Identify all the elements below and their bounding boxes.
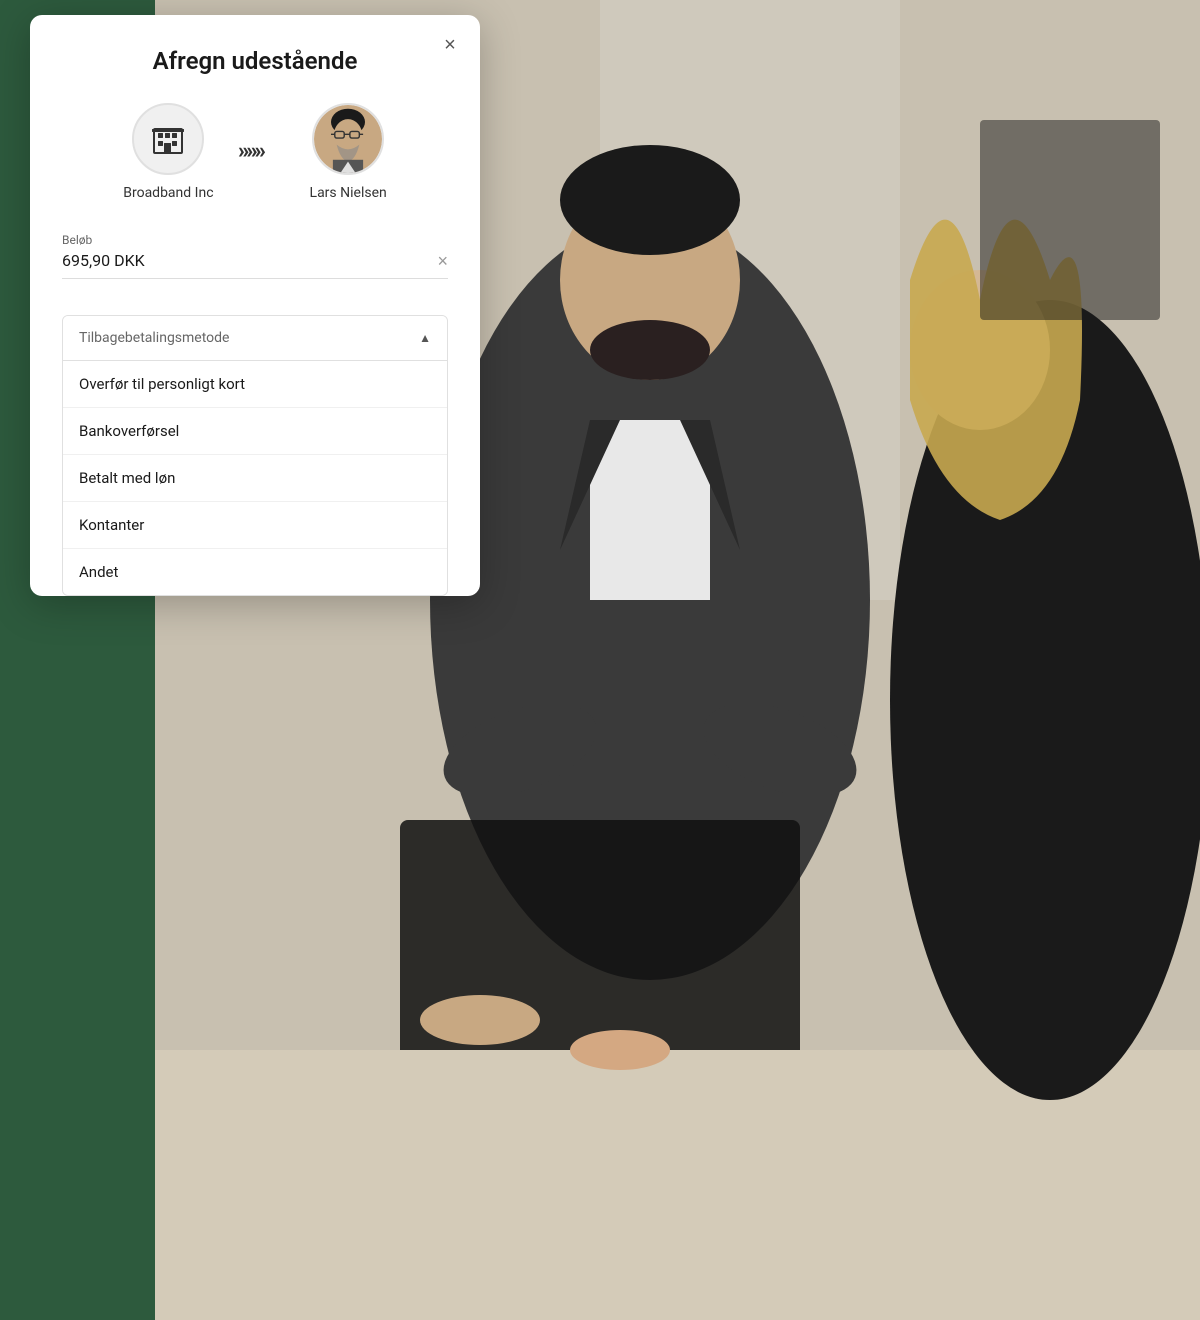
person-name: Lars Nielsen: [310, 185, 387, 201]
chevron-up-icon: ▲: [419, 331, 431, 345]
dropdown-label: Tilbagebetalingsmetode: [79, 330, 229, 346]
option-paid-salary[interactable]: Betalt med løn: [63, 455, 447, 502]
arrow-icon: »»»: [238, 138, 286, 162]
modal-title: Afregn udestående: [153, 47, 358, 75]
clear-amount-button[interactable]: ×: [437, 252, 448, 270]
payment-method-dropdown[interactable]: Tilbagebetalingsmetode ▲ Overfør til per…: [62, 315, 448, 596]
amount-field: 695,90 DKK ×: [62, 251, 448, 279]
option-bank-transfer[interactable]: Bankoverførsel: [63, 408, 447, 455]
transfer-section: Broadband Inc »»»: [62, 103, 448, 201]
amount-label: Beløb: [62, 233, 448, 247]
option-other[interactable]: Andet: [63, 549, 447, 595]
company-avatar: [132, 103, 204, 175]
person-avatar: [312, 103, 384, 175]
option-cash[interactable]: Kontanter: [63, 502, 447, 549]
amount-value: 695,90 DKK: [62, 251, 145, 270]
modal-dialog: Afregn udestående ×: [30, 15, 480, 596]
close-button[interactable]: ×: [436, 31, 464, 59]
option-transfer-card[interactable]: Overfør til personligt kort: [63, 361, 447, 408]
modal-header: Afregn udestående ×: [62, 47, 448, 75]
amount-section: Beløb 695,90 DKK ×: [62, 233, 448, 279]
from-entity: Broadband Inc: [123, 103, 213, 201]
modal-overlay: Afregn udestående ×: [0, 0, 1200, 1320]
company-name: Broadband Inc: [123, 185, 213, 201]
dropdown-options-list: Overfør til personligt kort Bankoverførs…: [63, 361, 447, 595]
building-icon: [150, 121, 186, 157]
transfer-arrow: »»»: [238, 138, 286, 166]
dropdown-header[interactable]: Tilbagebetalingsmetode ▲: [63, 316, 447, 361]
to-entity: Lars Nielsen: [310, 103, 387, 201]
svg-text:»»»: »»»: [238, 139, 266, 162]
